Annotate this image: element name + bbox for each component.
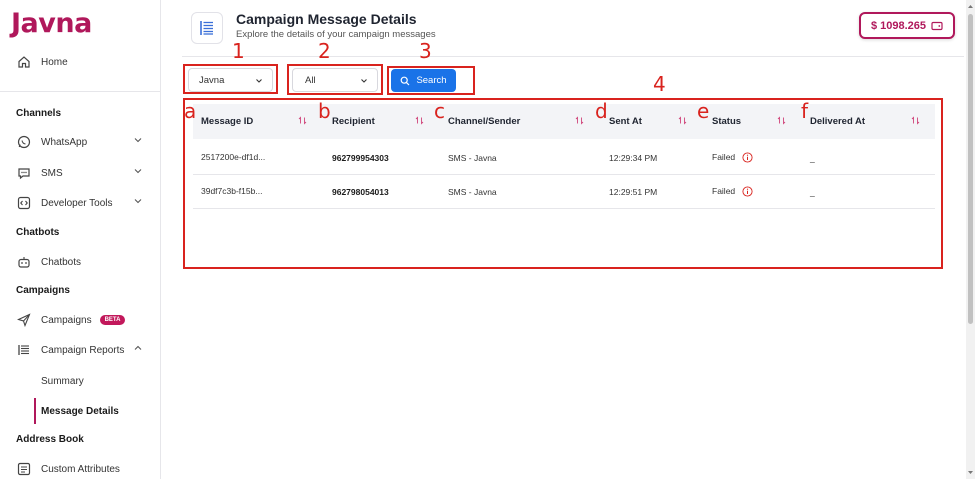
cell-delivered-at: _ <box>810 153 815 163</box>
status-text: Failed <box>712 152 736 162</box>
balance-amount: $ 1098.265 <box>870 19 927 32</box>
cell-channel-sender: SMS - Javna <box>448 153 497 163</box>
sort-icon[interactable] <box>911 116 920 125</box>
row-divider <box>193 174 935 175</box>
attributes-icon <box>16 461 32 477</box>
annotation-label-4: 4 <box>653 72 666 96</box>
annotation-label-d: d <box>595 99 608 123</box>
column-header-recipient[interactable]: Recipient <box>332 116 375 127</box>
sidebar-item-label: Custom Attributes <box>41 463 120 475</box>
sidebar-item-home[interactable]: Home <box>16 51 68 73</box>
column-header-sent-at[interactable]: Sent At <box>609 116 642 127</box>
annotation-label-f: f <box>801 99 809 123</box>
cell-sent-at: 12:29:34 PM <box>609 153 658 163</box>
annotation-box-2 <box>287 64 383 95</box>
sort-icon[interactable] <box>678 116 687 125</box>
sidebar-item-chatbots[interactable]: Chatbots <box>16 251 81 273</box>
sidebar-item-label: SMS <box>41 167 63 179</box>
send-icon <box>16 312 32 328</box>
sidebar-subitem-message-details[interactable]: Message Details <box>41 406 119 417</box>
sidebar-item-label: Home <box>41 56 68 68</box>
sidebar-divider <box>0 91 160 92</box>
chat-bubble-icon <box>16 165 32 181</box>
chevron-down-icon[interactable] <box>132 134 144 146</box>
annotation-label-3: 3 <box>419 39 432 63</box>
scroll-up-arrow-icon[interactable] <box>967 3 974 10</box>
chevron-down-icon[interactable] <box>132 165 144 177</box>
column-header-delivered-at[interactable]: Delivered At <box>810 116 865 127</box>
page-title: Campaign Message Details <box>236 11 417 27</box>
sidebar-item-label: Developer Tools <box>41 197 113 209</box>
annotation-label-c: c <box>434 99 445 123</box>
annotation-label-a: a <box>184 99 197 123</box>
chevron-down-icon[interactable] <box>132 195 144 207</box>
cell-message-id[interactable]: 39df7c3b-f15b... <box>201 186 262 196</box>
app-root: Javna Home Channels WhatsApp SMS Develop… <box>0 0 975 479</box>
column-header-message-id[interactable]: Message ID <box>201 116 253 127</box>
annotation-box-1 <box>183 64 278 94</box>
status-text: Failed <box>712 186 736 196</box>
sidebar-item-label: Campaign Reports <box>41 344 125 356</box>
sidebar-item-label: Campaigns <box>41 314 92 326</box>
sort-icon[interactable] <box>298 116 307 125</box>
cell-status: Failed <box>712 186 753 197</box>
chevron-up-icon[interactable] <box>132 342 144 354</box>
sidebar-item-campaign-reports[interactable]: Campaign Reports <box>16 339 156 361</box>
scroll-down-arrow-icon[interactable] <box>967 469 974 476</box>
section-title-address-book: Address Book <box>16 434 84 445</box>
section-title-chatbots: Chatbots <box>16 227 60 238</box>
section-title-channels: Channels <box>16 108 62 119</box>
report-list-icon <box>200 21 213 35</box>
sidebar-subitem-summary[interactable]: Summary <box>41 376 84 387</box>
page-header-icon <box>191 12 223 44</box>
balance-badge[interactable]: $ 1098.265 <box>859 12 955 39</box>
cell-channel-sender: SMS - Javna <box>448 187 497 197</box>
active-indicator <box>34 398 36 424</box>
home-icon <box>16 54 32 70</box>
annotation-label-b: b <box>318 99 331 123</box>
header-divider <box>182 56 964 57</box>
scrollbar-thumb[interactable] <box>968 14 973 324</box>
cell-delivered-at: _ <box>810 187 815 197</box>
section-title-campaigns: Campaigns <box>16 285 70 296</box>
whatsapp-icon <box>16 134 32 150</box>
sidebar-item-label: WhatsApp <box>41 136 88 148</box>
sidebar-item-whatsapp[interactable]: WhatsApp <box>16 131 156 153</box>
annotation-label-2: 2 <box>318 39 331 63</box>
sidebar-item-campaigns[interactable]: Campaigns BETA <box>16 309 126 331</box>
sidebar-item-developer-tools[interactable]: Developer Tools <box>16 192 156 214</box>
cell-recipient: 962799954303 <box>332 153 389 163</box>
column-header-status[interactable]: Status <box>712 116 741 127</box>
info-icon[interactable] <box>741 152 753 163</box>
sort-icon[interactable] <box>777 116 786 125</box>
cell-message-id[interactable]: 2517200e-df1d... <box>201 152 265 162</box>
annotation-label-e: e <box>697 99 710 123</box>
sort-icon[interactable] <box>415 116 424 125</box>
row-divider <box>193 208 935 209</box>
sidebar-item-label: Chatbots <box>41 256 82 268</box>
sidebar-item-custom-attributes[interactable]: Custom Attributes <box>16 458 120 479</box>
beta-badge: BETA <box>99 315 126 325</box>
cell-status: Failed <box>712 152 753 163</box>
column-header-channel-sender[interactable]: Channel/Sender <box>448 116 520 127</box>
sort-icon[interactable] <box>575 116 584 125</box>
sidebar-item-sms[interactable]: SMS <box>16 162 156 184</box>
brand-logo[interactable]: Javna <box>11 8 92 39</box>
annotation-box-3 <box>387 66 475 95</box>
wallet-icon <box>931 21 943 30</box>
sidebar: Javna Home Channels WhatsApp SMS Develop… <box>0 0 161 479</box>
cell-sent-at: 12:29:51 PM <box>609 187 658 197</box>
info-icon[interactable] <box>741 186 753 197</box>
cell-recipient: 962798054013 <box>332 187 389 197</box>
page-subtitle: Explore the details of your campaign mes… <box>236 29 436 40</box>
robot-icon <box>16 254 32 270</box>
code-icon <box>16 195 32 211</box>
annotation-label-1: 1 <box>232 39 245 63</box>
report-list-icon <box>16 342 32 358</box>
